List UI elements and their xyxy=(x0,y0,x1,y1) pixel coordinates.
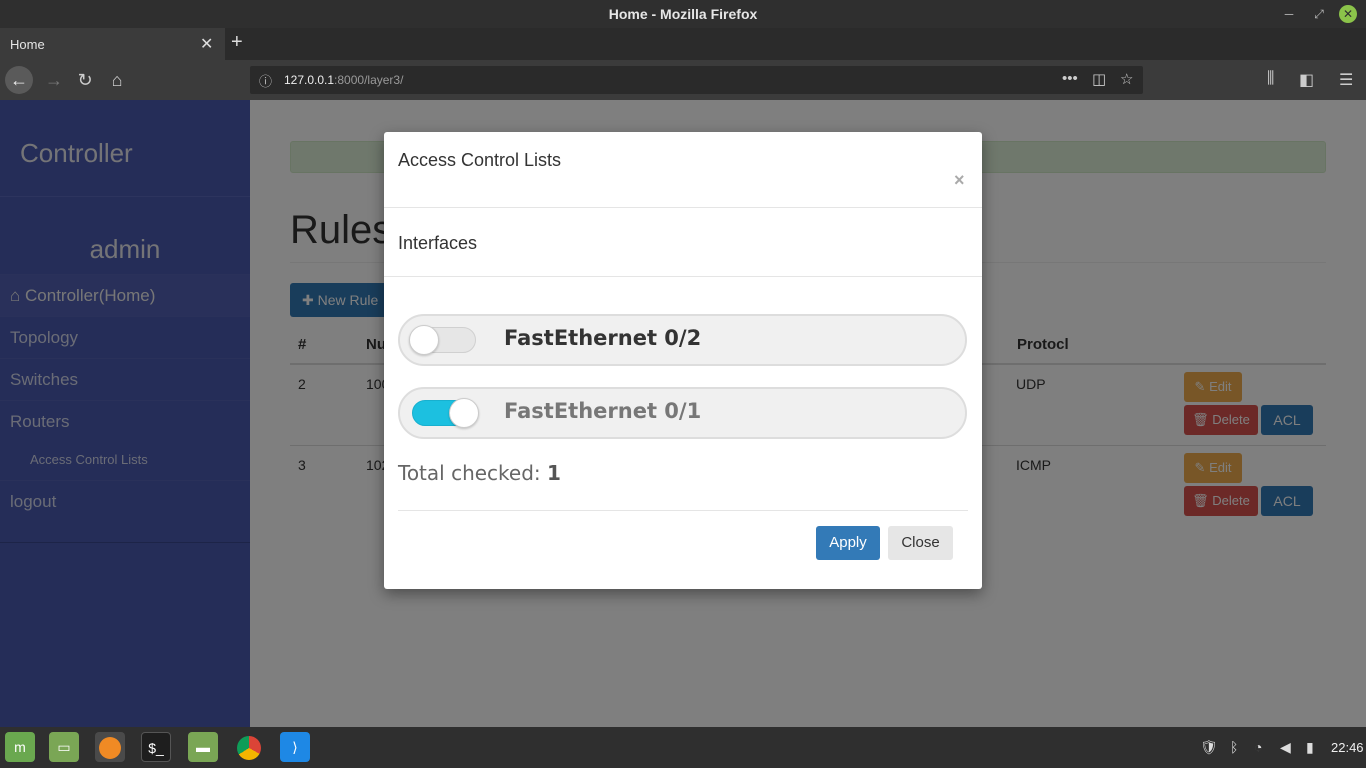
show-desktop-icon[interactable]: ▭ xyxy=(49,732,79,762)
tab-home[interactable]: Home ✕ xyxy=(0,28,225,60)
window-title: Home - Mozilla Firefox xyxy=(608,6,758,22)
interface-label: FastEthernet 0/2 xyxy=(504,326,702,350)
toggle-knob xyxy=(409,325,439,355)
info-icon[interactable]: ⓘ xyxy=(259,71,272,90)
sidebar-toggle-icon[interactable]: ◧ xyxy=(1299,70,1314,90)
toggle-switch-on[interactable] xyxy=(412,398,479,428)
vscode-icon[interactable]: ⟩ xyxy=(280,732,310,762)
total-checked: Total checked: 1 xyxy=(398,461,561,485)
chrome-icon[interactable] xyxy=(234,732,264,762)
interface-label: FastEthernet 0/1 xyxy=(504,399,702,423)
divider xyxy=(384,207,982,208)
total-label: Total checked: xyxy=(398,461,541,485)
url-bar[interactable]: ⓘ 127.0.0.1:8000/layer3/ ••• ◫ ☆ xyxy=(250,66,1143,94)
modal-subtitle: Interfaces xyxy=(398,233,478,253)
volume-icon[interactable]: ◀ xyxy=(1280,739,1291,756)
wifi-icon[interactable]: ◔ xyxy=(1254,739,1262,755)
navigation-bar: ← → ↻ ⌂ ⓘ 127.0.0.1:8000/layer3/ ••• ◫ ☆… xyxy=(0,60,1366,100)
url-host: 127.0.0.1 xyxy=(284,73,335,87)
new-tab-icon[interactable]: + xyxy=(231,31,243,54)
back-icon[interactable]: ← xyxy=(5,66,33,94)
close-button[interactable]: Close xyxy=(888,526,953,560)
interface-switch-row[interactable]: FastEthernet 0/2 xyxy=(398,314,967,366)
divider xyxy=(384,276,982,277)
battery-icon[interactable]: ▮ xyxy=(1306,739,1314,756)
files-icon[interactable]: ▬ xyxy=(188,732,218,762)
toggle-knob xyxy=(449,398,479,428)
menu-icon[interactable]: ☰ xyxy=(1339,70,1353,90)
close-icon[interactable]: × xyxy=(954,170,965,191)
library-icon[interactable]: ⫼ xyxy=(1267,70,1274,88)
mint-menu-icon[interactable]: m xyxy=(5,732,35,762)
page-actions-icon[interactable]: ••• xyxy=(1062,70,1078,87)
bookmark-star-icon[interactable]: ☆ xyxy=(1120,70,1133,88)
window-title-bar: Home - Mozilla Firefox ─ ⤢ ✕ xyxy=(0,0,1366,28)
firefox-icon[interactable] xyxy=(95,732,125,762)
toggle-switch-off[interactable] xyxy=(409,325,476,355)
tab-strip: Home ✕ + xyxy=(0,28,1366,60)
pocket-icon[interactable]: ◫ xyxy=(1092,70,1106,88)
clock[interactable]: 22:46 xyxy=(1331,740,1364,755)
minimize-icon[interactable]: ─ xyxy=(1280,5,1298,23)
total-value: 1 xyxy=(547,461,561,485)
close-window-icon[interactable]: ✕ xyxy=(1339,5,1357,23)
apply-button[interactable]: Apply xyxy=(816,526,880,560)
url-path: :8000/layer3/ xyxy=(334,73,404,87)
taskbar: m ▭ $_ ▬ ⟩ 🛡 ᛒ ◔ ◀ ▮ 22:46 xyxy=(0,727,1366,768)
reload-icon[interactable]: ↻ xyxy=(71,66,99,94)
bluetooth-icon[interactable]: ᛒ xyxy=(1230,739,1238,755)
maximize-icon[interactable]: ⤢ xyxy=(1310,5,1328,23)
forward-icon[interactable]: → xyxy=(40,66,68,94)
acl-modal: Access Control Lists × Interfaces FastEt… xyxy=(384,132,982,589)
modal-title: Access Control Lists xyxy=(398,150,562,170)
divider xyxy=(398,510,968,511)
url-text[interactable]: 127.0.0.1:8000/layer3/ xyxy=(284,73,403,87)
close-tab-icon[interactable]: ✕ xyxy=(200,34,213,54)
home-icon[interactable]: ⌂ xyxy=(103,66,131,94)
interface-switch-row[interactable]: FastEthernet 0/1 xyxy=(398,387,967,439)
terminal-icon[interactable]: $_ xyxy=(141,732,171,762)
shield-icon[interactable]: 🛡 xyxy=(1200,739,1218,756)
tab-label: Home xyxy=(10,37,45,52)
